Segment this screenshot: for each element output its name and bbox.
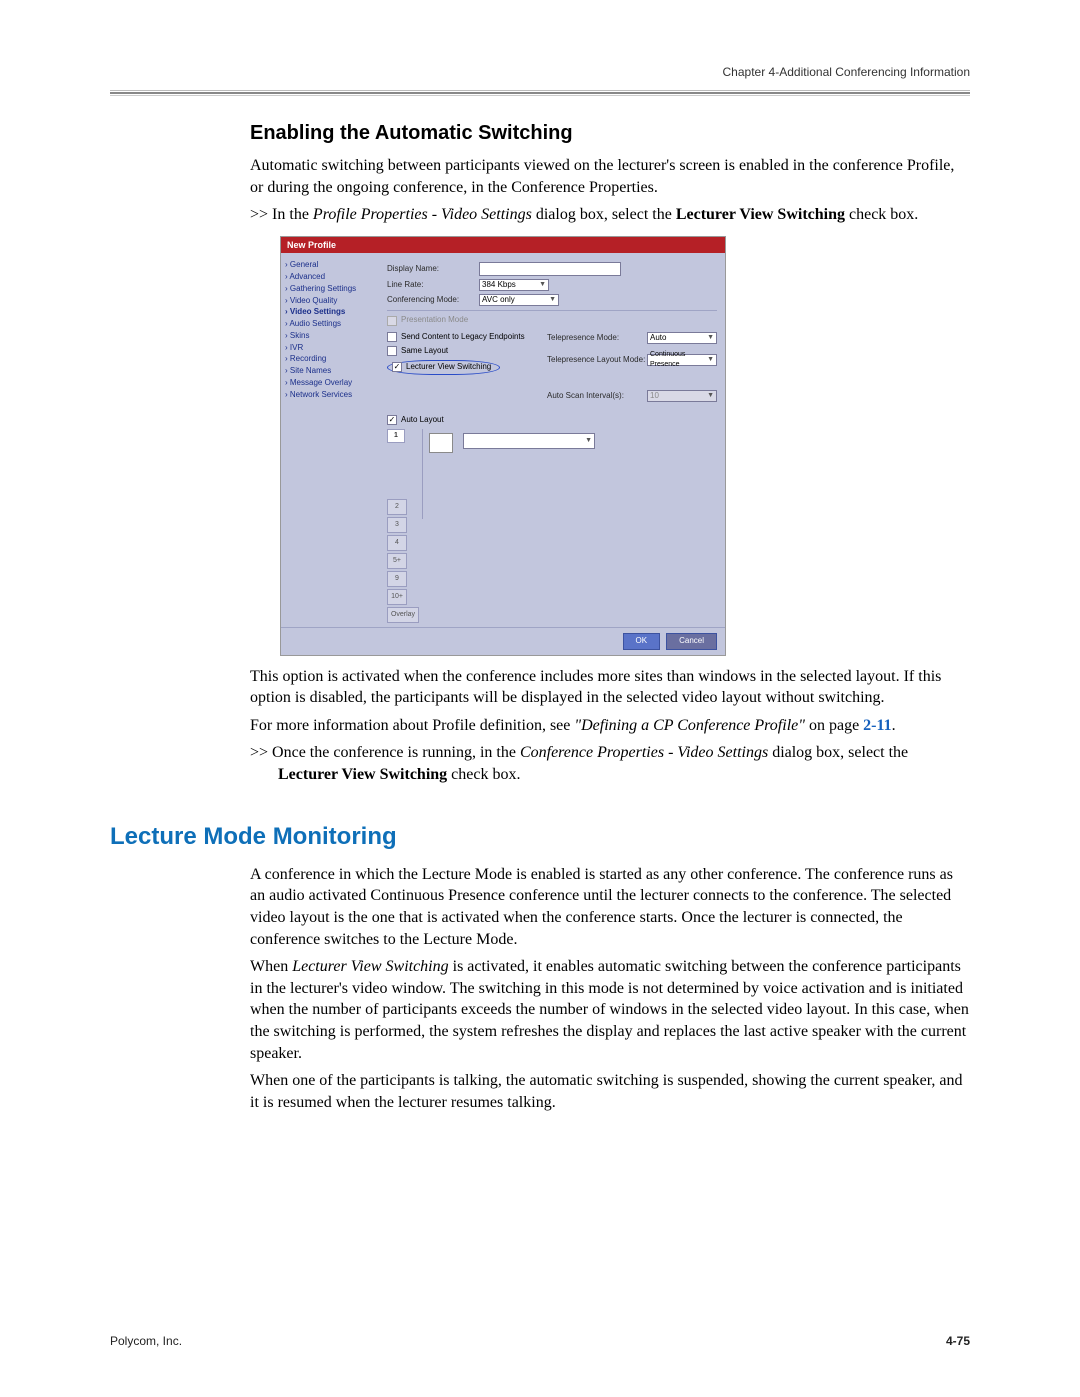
para-profile-definition: For more information about Profile defin… [250,715,970,737]
auto-scan-interval-label: Auto Scan Interval(s): [547,391,647,402]
profile-properties-dialog: New Profile General Advanced Gathering S… [280,236,726,656]
same-layout-label: Same Layout [401,346,448,357]
presentation-mode-label: Presentation Mode [401,315,468,326]
nav-item-gathering-settings[interactable]: Gathering Settings [285,284,375,295]
chevron-down-icon: ▼ [707,391,714,400]
layout-thumbnail [429,433,453,453]
same-layout-checkbox[interactable] [387,346,397,356]
ok-button[interactable]: OK [623,633,661,650]
dialog-title: New Profile [281,237,725,253]
step-conference-properties: >> Once the conference is running, in th… [278,742,970,785]
layout-variant-select[interactable]: ▼ [463,433,595,449]
nav-item-advanced[interactable]: Advanced [285,272,375,283]
layout-button-overlay[interactable]: Overlay [387,607,419,623]
footer-page-number: 4-75 [946,1333,970,1349]
line-rate-select[interactable]: 384 Kbps▼ [479,279,549,291]
xref-2-11[interactable]: 2-11 [863,717,891,734]
telepresence-layout-mode-select[interactable]: Continuous Presence▼ [647,354,717,366]
nav-item-video-settings[interactable]: Video Settings [285,307,375,318]
heading-enabling-automatic-switching: Enabling the Automatic Switching [250,120,970,147]
layout-button-4[interactable]: 4 [387,535,407,551]
dialog-nav: General Advanced Gathering Settings Vide… [281,253,379,627]
nav-item-recording[interactable]: Recording [285,354,375,365]
lecturer-view-switching-checkbox[interactable] [392,362,402,372]
para-option-activated: This option is activated when the confer… [250,666,970,709]
conferencing-mode-select[interactable]: AVC only▼ [479,294,559,306]
layout-button-3[interactable]: 3 [387,517,407,533]
nav-item-skins[interactable]: Skins [285,331,375,342]
header-rule [110,90,970,96]
nav-item-message-overlay[interactable]: Message Overlay [285,378,375,389]
chevron-down-icon: ▼ [549,295,556,304]
conferencing-mode-label: Conferencing Mode: [387,295,479,306]
nav-item-audio-settings[interactable]: Audio Settings [285,319,375,330]
heading-lecture-mode-monitoring: Lecture Mode Monitoring [110,821,970,853]
layout-preview: ▼ [422,429,653,519]
chevron-down-icon: ▼ [707,355,714,364]
nav-item-network-services[interactable]: Network Services [285,390,375,401]
step-profile-properties: >> In the Profile Properties - Video Set… [278,204,970,226]
nav-item-general[interactable]: General [285,260,375,271]
auto-layout-checkbox[interactable] [387,415,397,425]
cancel-button[interactable]: Cancel [666,633,717,650]
lecturer-view-switching-label: Lecturer View Switching [406,362,491,371]
layout-button-2[interactable]: 2 [387,499,407,515]
running-header: Chapter 4-Additional Conferencing Inform… [110,64,970,90]
para-lmm-2: When Lecturer View Switching is activate… [250,956,970,1064]
nav-item-video-quality[interactable]: Video Quality [285,296,375,307]
chevron-down-icon: ▼ [707,333,714,342]
send-content-label: Send Content to Legacy Endpoints [401,332,525,343]
para-lmm-3: When one of the participants is talking,… [250,1070,970,1113]
lecturer-view-switching-annotation: Lecturer View Switching [387,360,500,376]
telepresence-mode-select[interactable]: Auto▼ [647,332,717,344]
layout-panel: 1 2 3 4 5+ 9 10+ Overlay ▼ [387,429,717,623]
send-content-checkbox[interactable] [387,332,397,342]
layout-button-1[interactable]: 1 [387,429,405,443]
nav-item-ivr[interactable]: IVR [285,343,375,354]
nav-item-site-names[interactable]: Site Names [285,366,375,377]
line-rate-label: Line Rate: [387,280,479,291]
para-lmm-1: A conference in which the Lecture Mode i… [250,864,970,950]
chevron-down-icon: ▼ [585,436,594,445]
footer-company: Polycom, Inc. [110,1333,182,1349]
auto-layout-label: Auto Layout [401,415,444,426]
presentation-mode-checkbox [387,316,397,326]
para-intro: Automatic switching between participants… [250,155,970,198]
layout-button-5plus[interactable]: 5+ [387,553,407,569]
display-name-label: Display Name: [387,264,479,275]
telepresence-mode-label: Telepresence Mode: [547,333,647,344]
auto-scan-interval-select: 10▼ [647,390,717,402]
display-name-input[interactable] [479,262,621,276]
layout-button-10plus[interactable]: 10+ [387,589,407,605]
telepresence-layout-mode-label: Telepresence Layout Mode: [547,355,647,366]
layout-button-9[interactable]: 9 [387,571,407,587]
chevron-down-icon: ▼ [539,280,546,289]
